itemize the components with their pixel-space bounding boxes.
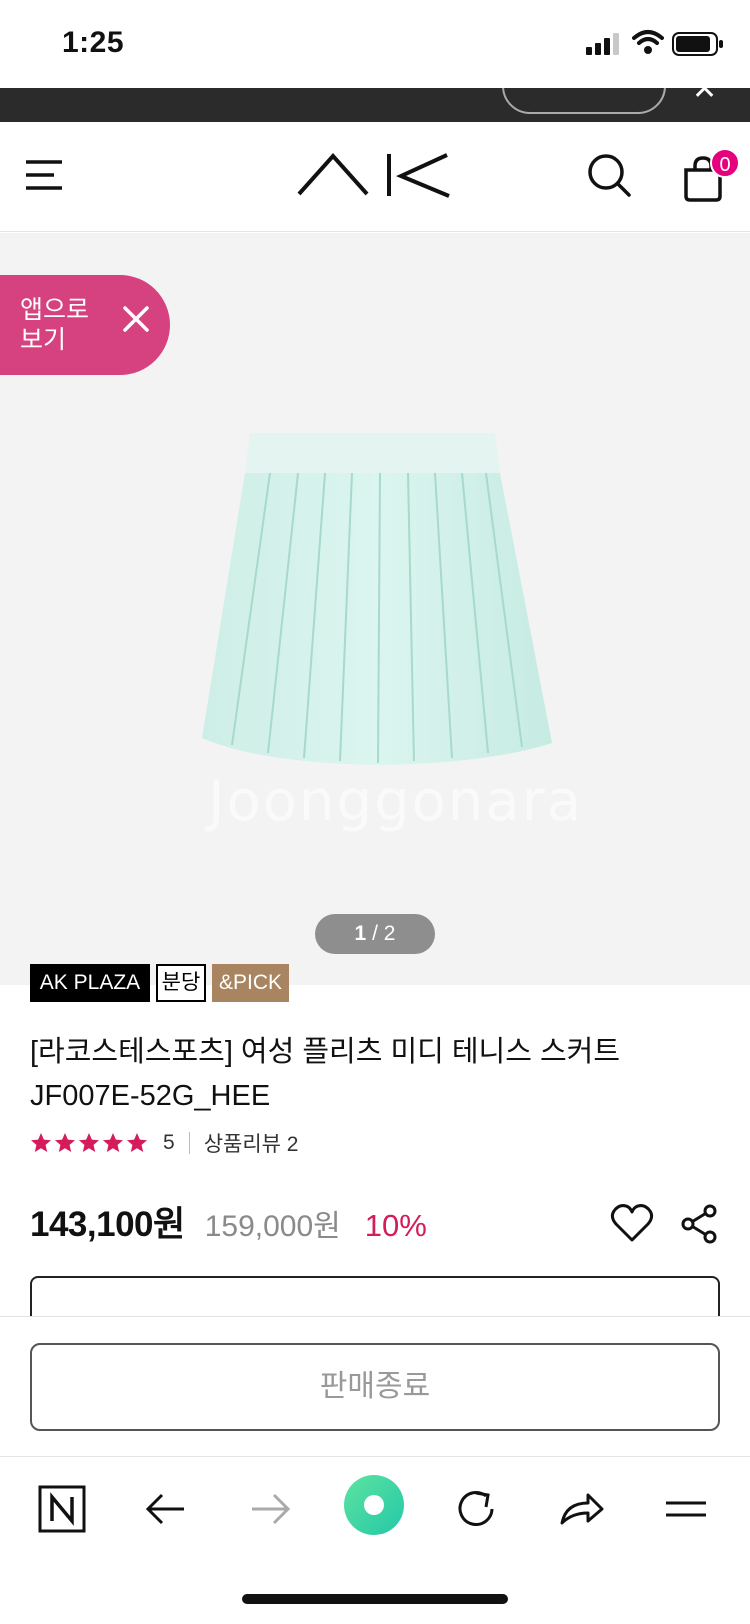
pager-separator: /	[366, 922, 384, 945]
promo-close-icon[interactable]: ✕	[692, 88, 717, 107]
pager-total: 2	[383, 922, 396, 945]
divider	[188, 1132, 190, 1154]
search-icon[interactable]	[586, 152, 632, 198]
open-in-app-banner[interactable]: 앱으로 보기	[0, 275, 170, 375]
home-indicator	[242, 1594, 508, 1604]
badge-pick: &PICK	[212, 964, 289, 1002]
promo-button[interactable]	[502, 88, 666, 114]
original-price: 159,000원	[204, 1210, 341, 1243]
heart-icon[interactable]	[610, 1202, 654, 1244]
badge-branch: 분당	[156, 964, 206, 1002]
share-arrow-icon[interactable]	[552, 1479, 612, 1539]
star-icon	[103, 1133, 123, 1152]
star-icon	[79, 1133, 99, 1152]
site-header: AK 0	[0, 122, 750, 232]
promo-strip: ✕	[0, 88, 750, 122]
status-bar: 1:25	[0, 0, 750, 88]
ak-logo[interactable]: AK	[297, 152, 453, 198]
status-time: 1:25	[62, 26, 125, 59]
hamburger-menu-icon[interactable]	[24, 158, 64, 192]
pager-current: 1	[354, 922, 367, 945]
share-icon[interactable]	[680, 1204, 718, 1244]
green-dot-icon[interactable]	[342, 1473, 406, 1537]
battery-icon	[672, 32, 723, 56]
rating-row: 5 상품리뷰 2	[30, 1128, 298, 1158]
refresh-icon[interactable]	[446, 1479, 506, 1539]
forward-arrow-icon[interactable]	[240, 1479, 300, 1539]
close-icon[interactable]	[120, 303, 152, 335]
sale-price: 143,100원	[30, 1205, 185, 1244]
cart-count-badge: 0	[710, 148, 740, 178]
purchase-bar: 판매종료	[0, 1316, 750, 1456]
price-row: 143,100원 159,000원 10%	[30, 1196, 427, 1244]
wifi-icon	[632, 30, 664, 54]
menu-icon[interactable]	[656, 1479, 716, 1539]
star-icon	[31, 1133, 51, 1152]
skirt-image	[202, 433, 552, 765]
review-count-link[interactable]: 상품리뷰 2	[204, 1128, 299, 1158]
star-icon	[127, 1133, 147, 1152]
naver-icon[interactable]	[32, 1479, 92, 1539]
rating-score: 5	[163, 1131, 175, 1154]
star-icon	[55, 1133, 75, 1152]
discount-rate: 10%	[364, 1208, 427, 1243]
badge-store: AK PLAZA	[30, 964, 150, 1002]
watermark: Joonggonara	[208, 769, 584, 834]
signal-icon	[586, 33, 619, 55]
open-in-app-label: 앱으로 보기	[20, 296, 90, 354]
sold-out-button[interactable]: 판매종료	[30, 1343, 720, 1431]
product-title: [라코스테스포츠] 여성 플리츠 미디 테니스 스커트 JF007E-52G_H…	[30, 1036, 621, 1112]
product-badges: AK PLAZA 분당 &PICK	[30, 964, 289, 1004]
rating-stars	[30, 1132, 148, 1154]
image-pager: 1 / 2	[315, 914, 435, 954]
back-arrow-icon[interactable]	[136, 1479, 196, 1539]
